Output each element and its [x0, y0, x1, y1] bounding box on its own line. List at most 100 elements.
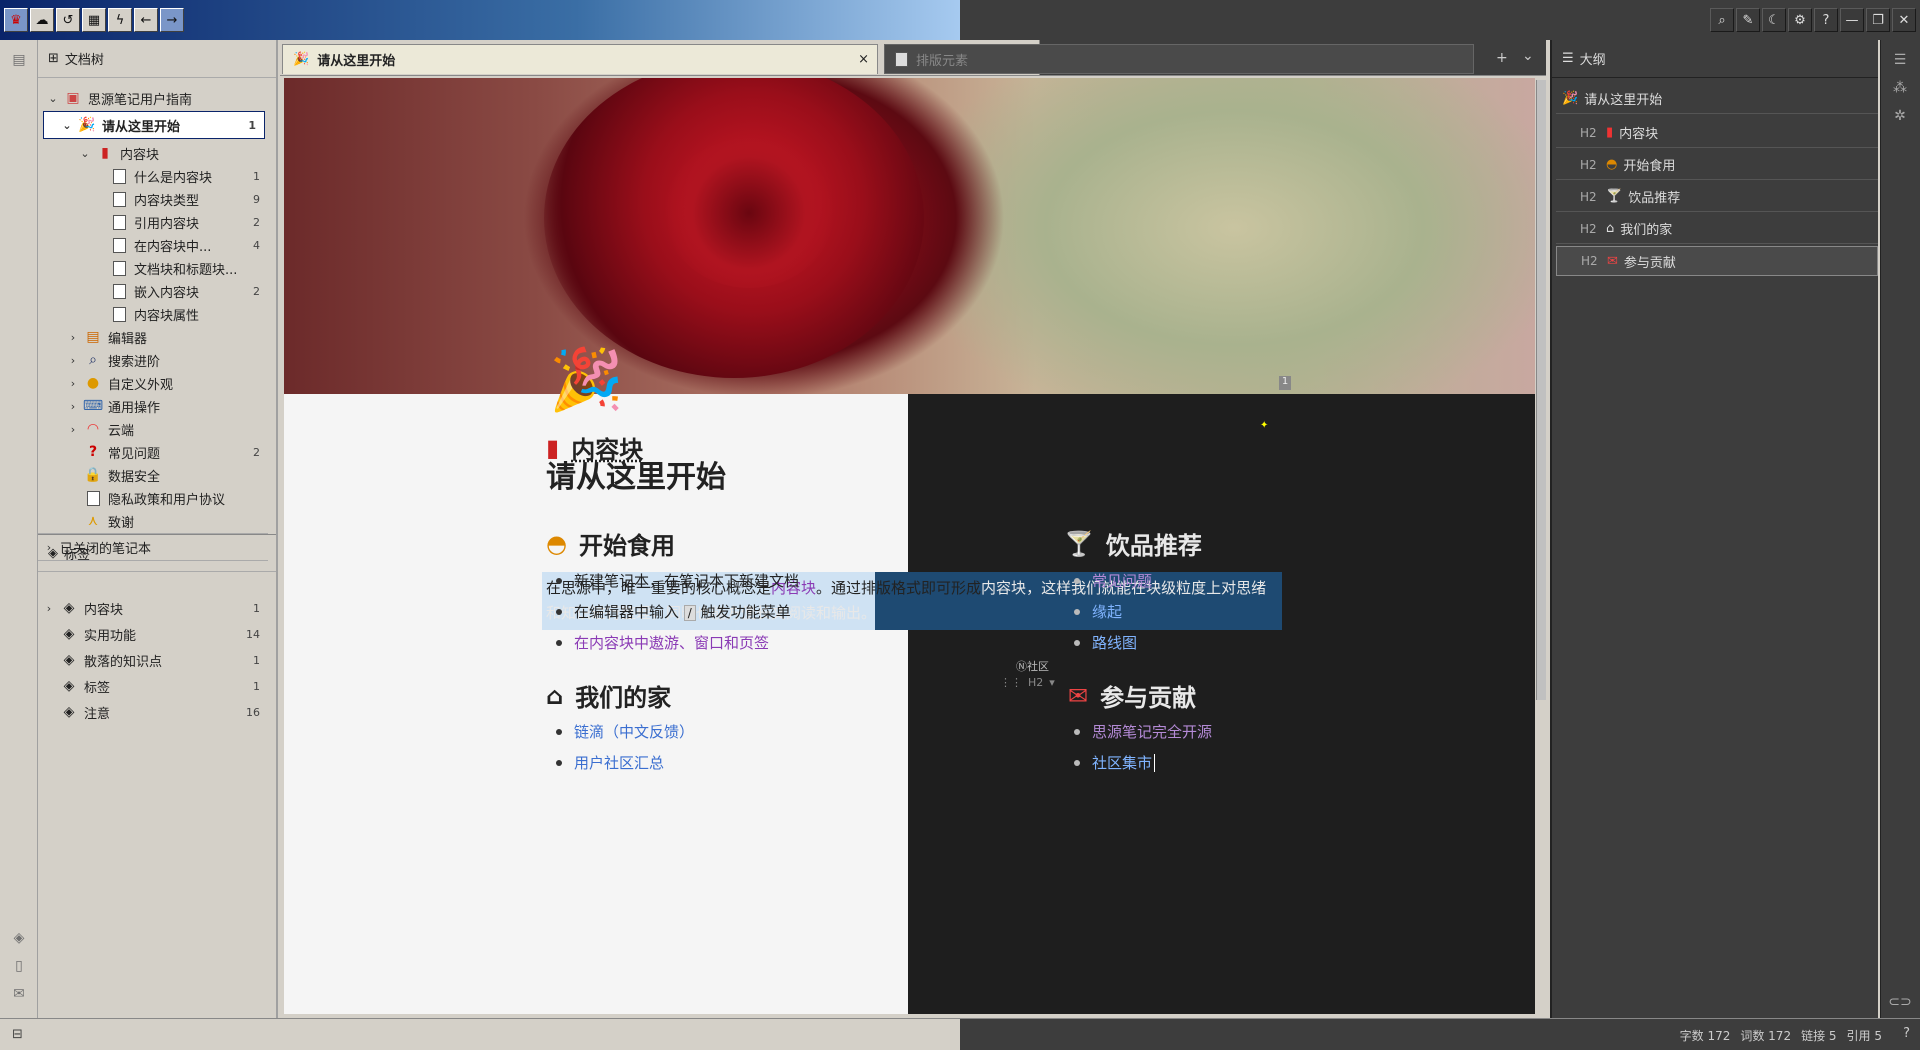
chevron-right-icon[interactable]: › [66, 331, 80, 344]
ref-count-badge[interactable]: 1 [1279, 376, 1291, 390]
gear-icon[interactable]: ⚙ [1788, 8, 1812, 32]
outline-item-selected[interactable]: H2 ✉ 参与贡献 [1556, 246, 1878, 276]
back-icon[interactable]: ← [134, 8, 158, 32]
block-ref-link[interactable]: 在内容块中遨游、窗口和页签 [574, 632, 769, 653]
outline-panel: ☰ 大纲 🎉 请从这里开始 H2 ▮ 内容块 H2 ◓ 开始食用 H2 🍸 饮品… [1550, 40, 1878, 1018]
outline-item[interactable]: H2 ⌂ 我们的家 [1556, 214, 1878, 244]
list-item[interactable]: 用户社区汇总 [556, 752, 664, 773]
heading-content-blocks[interactable]: ▮ 内容块 [546, 430, 643, 465]
tree-item-start-here[interactable]: ⌄ 🎉 请从这里开始 1 [43, 111, 265, 139]
file-tree-icon: ⊞ [48, 51, 59, 66]
forward-icon[interactable]: → [160, 8, 184, 32]
file-tree-dock-icon[interactable]: ▤ [9, 50, 29, 70]
chevron-right-icon[interactable]: › [42, 602, 56, 615]
maximize-icon[interactable]: ❐ [1866, 8, 1890, 32]
editor-area[interactable]: 🎉 请从这里开始 1 ✦ ▮ 内容块 在思源中，唯一重要的核心概念是内容块。通过… [284, 78, 1535, 1014]
block-ref-link[interactable]: 内容块 [981, 579, 1026, 597]
block-ref-link[interactable]: 常见问题 [1092, 570, 1152, 591]
edit-icon[interactable]: ✎ [1736, 8, 1760, 32]
tag-item[interactable]: ◈ 实用功能 14 [38, 620, 268, 648]
external-link[interactable]: 链滴（中文反馈） [574, 721, 694, 742]
moon-icon[interactable]: ☾ [1762, 8, 1786, 32]
graph-dock-icon[interactable]: ⁂ [1890, 78, 1910, 98]
inbox-dock-icon[interactable]: ✉ [9, 984, 29, 1004]
chevron-down-icon[interactable]: ⌄ [46, 92, 60, 105]
chevron-right-icon[interactable]: › [66, 377, 80, 390]
search-icon[interactable]: ⌕ [1710, 8, 1734, 32]
new-tab-icon[interactable]: + [1496, 50, 1508, 66]
tree-item-label: 常见问题 [108, 446, 161, 462]
tree-item-notebook[interactable]: ⌄ ▣ 思源笔记用户指南 [38, 84, 268, 112]
chevron-right-icon[interactable]: › [66, 423, 80, 436]
tag-item[interactable]: › ◈ 内容块 1 [38, 594, 268, 622]
party-popper-icon[interactable]: 🎉 [549, 350, 624, 410]
tag-item-label: 注意 [84, 706, 111, 722]
backlink-dock-icon[interactable]: ⊂⊃ [1888, 992, 1911, 1012]
tree-item-thanks[interactable]: ⋏ 致谢 [38, 507, 268, 535]
tag-item[interactable]: ◈ 标签 1 [38, 672, 268, 700]
list-item[interactable]: 缘起 [1074, 601, 1122, 622]
heading-level-tag[interactable]: H2 [1028, 676, 1043, 689]
tag-item[interactable]: ◈ 散落的知识点 1 [38, 646, 268, 674]
list-item[interactable]: 常见问题 [1074, 570, 1152, 591]
outline-item-root[interactable]: 🎉 请从这里开始 [1556, 84, 1878, 114]
tag-icon: ◈ [63, 678, 75, 694]
help-icon[interactable]: ? [1903, 1026, 1910, 1041]
list-item[interactable]: 新建笔记本，在笔记本下新建文档 [556, 570, 799, 591]
chevron-down-icon[interactable]: ▾ [1049, 676, 1055, 689]
list-item[interactable]: 链滴（中文反馈） [556, 721, 694, 742]
heading-contribute[interactable]: ✉ 参与贡献 [1068, 678, 1196, 713]
chevron-down-icon[interactable]: ⌄ [78, 147, 92, 160]
chevron-down-icon[interactable]: ⌄ [60, 119, 74, 132]
external-link[interactable]: 用户社区汇总 [574, 752, 664, 773]
close-icon[interactable]: ✕ [1892, 8, 1916, 32]
stat-links: 链接 5 [1801, 1029, 1837, 1043]
tab-start-here[interactable]: 🎉 请从这里开始 × [282, 44, 878, 74]
block-gutter[interactable]: ⋮⋮ H2 ▾ [1000, 676, 1055, 689]
status-bar: ⊟ 字数 172 词数 172 链接 5 引用 5 ? [0, 1018, 1920, 1050]
drag-icon[interactable]: ⋮⋮ [1000, 676, 1022, 689]
cover-image[interactable] [284, 78, 1535, 394]
external-link[interactable]: 路线图 [1092, 632, 1137, 653]
block-ref-link[interactable]: 思源笔记完全开源 [1092, 721, 1212, 742]
calendar-icon[interactable]: ▦ [82, 8, 106, 32]
heading-drinks[interactable]: 🍸 饮品推荐 [1064, 526, 1202, 561]
external-link[interactable]: 缘起 [1092, 601, 1122, 622]
help-icon[interactable]: ? [1814, 8, 1838, 32]
heading-level-tag: H2 [1580, 189, 1597, 204]
flash-icon[interactable]: ϟ [108, 8, 132, 32]
minimize-icon[interactable]: — [1840, 8, 1864, 32]
list-item[interactable]: 社区集市 [1074, 752, 1156, 773]
editor-scrollbar[interactable] [1536, 80, 1546, 700]
outline-item[interactable]: H2 ◓ 开始食用 [1556, 150, 1878, 180]
chevron-right-icon[interactable]: › [66, 400, 80, 413]
list-item[interactable]: 思源笔记完全开源 [1074, 721, 1212, 742]
dock-toggle-icon[interactable]: ⊟ [12, 1027, 23, 1042]
close-icon[interactable]: × [858, 52, 869, 67]
list-item[interactable]: 路线图 [1074, 632, 1137, 653]
cloud-icon[interactable]: ☁ [30, 8, 54, 32]
bookmark-dock-icon[interactable]: ▯ [9, 956, 29, 976]
magnifier-icon: ⌕ [89, 352, 97, 368]
external-link[interactable]: 社区集市 [1092, 752, 1152, 773]
outline-item[interactable]: H2 🍸 饮品推荐 [1556, 182, 1878, 212]
list-item[interactable]: 在内容块中遨游、窗口和页签 [556, 632, 769, 653]
tag-dock-icon[interactable]: ◈ [9, 928, 29, 948]
list-item[interactable]: 在编辑器中输入 / 触发功能菜单 [556, 601, 791, 622]
slash-key: / [683, 605, 696, 621]
outline-dock-icon[interactable]: ☰ [1890, 50, 1910, 70]
tree-item-label: 思源笔记用户指南 [88, 92, 193, 108]
tree-item-count: 2 [253, 215, 260, 229]
document-stats: 字数 172 词数 172 链接 5 引用 5 [1680, 1027, 1882, 1044]
chevron-right-icon[interactable]: › [66, 354, 80, 367]
right-dock-rail: ☰ ⁂ ✲ ⊂⊃ [1880, 40, 1920, 1018]
outline-item[interactable]: H2 ▮ 内容块 [1556, 118, 1878, 148]
heading-getting-started[interactable]: ◓ 开始食用 [546, 526, 675, 561]
app-icon[interactable]: ♛ [4, 8, 28, 32]
tag-item[interactable]: ◈ 注意 16 [38, 698, 268, 726]
history-icon[interactable]: ↺ [56, 8, 80, 32]
chevron-down-icon[interactable]: ⌄ [1522, 48, 1534, 64]
global-graph-dock-icon[interactable]: ✲ [1890, 106, 1910, 126]
heading-our-home[interactable]: ⌂ 我们的家 [546, 678, 671, 713]
tab-typography[interactable]: 排版元素 [884, 44, 1474, 74]
